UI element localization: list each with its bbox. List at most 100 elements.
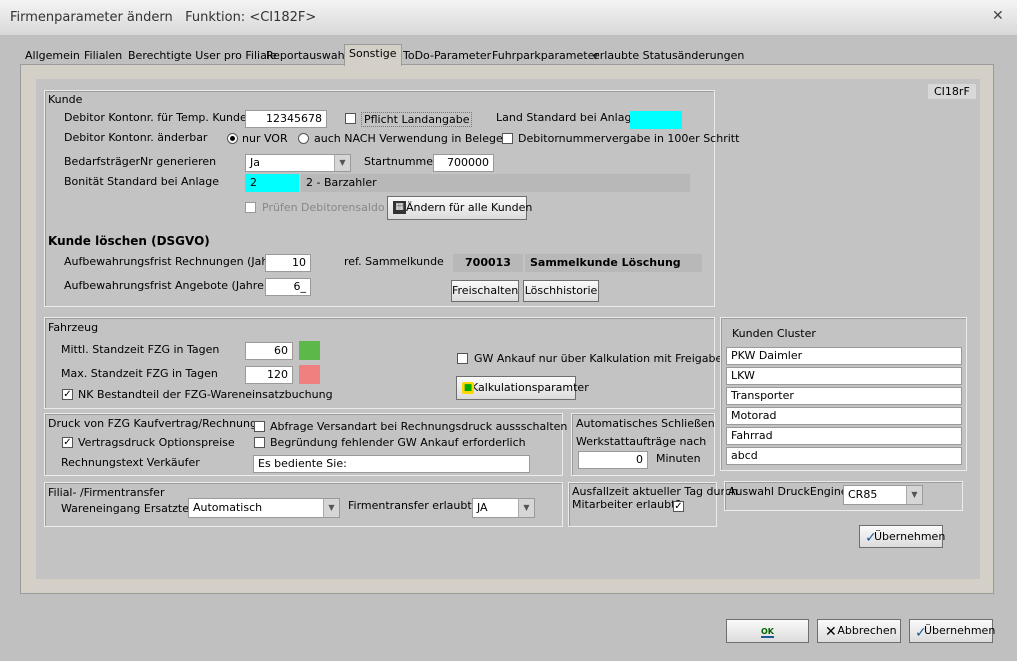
abbrechen-label: Abbrechen	[837, 624, 897, 637]
land-standard-label: Land Standard bei Anlage	[496, 111, 639, 124]
minuten-input[interactable]: 0	[578, 451, 648, 469]
tab-berechtigte-user[interactable]: Berechtigte User pro Filiale	[124, 47, 281, 65]
wareneingang-label: Wareneingang Ersatzteile	[61, 502, 202, 515]
abbrechen-button[interactable]: ✕ Abbrechen	[817, 619, 901, 643]
ausfallzeit-line2: Mitarbeiter erlaubt?	[572, 498, 682, 511]
debitor-temp-label: Debitor Kontonr. für Temp. Kunden	[64, 111, 254, 124]
grid-edit-icon: ▦	[393, 201, 406, 214]
nk-checkbox[interactable]: ✓	[62, 389, 73, 400]
rechnungstext-input[interactable]: Es bediente Sie:	[253, 455, 530, 473]
green-color-swatch[interactable]	[299, 341, 320, 360]
cluster-item[interactable]: LKW	[726, 367, 962, 385]
uebernehmen-label: Übernehmen	[924, 624, 996, 637]
tab-fuhrparkparameter[interactable]: Fuhrparkparameter	[488, 47, 603, 65]
wareneingang-select[interactable]: Automatisch	[188, 498, 340, 518]
wareneingang-value: Automatisch	[193, 501, 263, 514]
bonitaet-code-input[interactable]: 2	[245, 174, 299, 192]
vertragsdruck-checkbox[interactable]: ✓	[62, 437, 73, 448]
nur-vor-radio[interactable]	[227, 133, 238, 144]
bedarf-label: BedarfsträgerNr generieren	[64, 155, 217, 168]
pflicht-land-checkbox[interactable]	[345, 113, 356, 124]
cluster-item[interactable]: Transporter	[726, 387, 962, 405]
tab-statusaenderungen[interactable]: erlaubte Statusänderungen	[589, 47, 748, 65]
debitor-aenderbar-label: Debitor Kontonr. änderbar	[64, 131, 208, 144]
rechnungen-input[interactable]: 10	[265, 254, 311, 272]
druckengine-label: Auswahl DruckEngine	[728, 485, 848, 498]
begruendung-label: Begründung fehlender GW Ankauf erforderl…	[270, 436, 526, 449]
tab-sonstige[interactable]: Sonstige	[344, 44, 402, 66]
freischalten-button[interactable]: Freischalten	[451, 280, 519, 302]
max-standzeit-label: Max. Standzeit FZG in Tagen	[61, 367, 218, 380]
rechnungstext-label: Rechnungstext Verkäufer	[61, 456, 200, 469]
pruefen-checkbox[interactable]	[245, 202, 256, 213]
druckengine-value: CR85	[848, 488, 878, 501]
angebote-input[interactable]: 6_	[265, 278, 311, 296]
gw-ankauf-checkbox[interactable]	[457, 353, 468, 364]
chevron-down-icon[interactable]: ▼	[906, 486, 922, 504]
auch-nach-label: auch NACH Verwendung in Belegen	[314, 132, 510, 145]
kunde-group-title: Kunde	[48, 93, 83, 106]
loeschhistorie-button[interactable]: Löschhistorie	[523, 280, 599, 302]
auto-schliessen-title: Automatisches Schließen	[576, 417, 715, 430]
rechnungen-label: Aufbewahrungsfrist Rechnungen (Jahre)	[64, 255, 284, 268]
bedarf-value: Ja	[250, 156, 260, 169]
chevron-down-icon[interactable]: ▼	[323, 499, 339, 517]
debitor-100er-label: Debitornummervergabe in 100er Schritt	[518, 132, 740, 145]
chevron-down-icon[interactable]: ▼	[518, 499, 534, 517]
startnummer-label: Startnummer	[364, 155, 438, 168]
druck-group-title: Druck von FZG Kaufvertrag/Rechnung	[48, 417, 257, 430]
bonitaet-text: 2 - Barzahler	[301, 174, 690, 192]
mittl-standzeit-label: Mittl. Standzeit FZG in Tagen	[61, 343, 220, 356]
calculator-icon: ■	[462, 382, 474, 394]
pflicht-land-label: Pflicht Landangabe	[361, 112, 473, 127]
cluster-item[interactable]: abcd	[726, 447, 962, 465]
filial-group-title: Filial- /Firmentransfer	[48, 486, 165, 499]
form-id-label: CI18rF	[928, 84, 976, 99]
cluster-item[interactable]: Motorad	[726, 407, 962, 425]
uebernehmen-button[interactable]: ✓ Übernehmen	[909, 619, 996, 643]
cluster-item[interactable]: Fahrrad	[726, 427, 962, 445]
bonitaet-label: Bonität Standard bei Anlage	[64, 175, 220, 188]
minuten-label: Minuten	[656, 452, 701, 465]
tab-todo-parameter[interactable]: ToDo-Parameter	[399, 47, 495, 65]
werkstatt-label: Werkstattaufträge nach	[576, 435, 707, 448]
sammel-label: ref. Sammelkunde	[344, 255, 444, 268]
aendern-alle-button[interactable]: ▦ Ändern für alle Kunden	[387, 196, 532, 220]
tab-reportauswahl[interactable]: Reportauswahl	[262, 47, 352, 65]
firmentransfer-value: JA	[477, 501, 488, 514]
startnummer-input[interactable]: 700000	[433, 154, 494, 172]
chevron-down-icon[interactable]: ▼	[334, 155, 350, 171]
abfrage-versand-label: Abfrage Versandart bei Rechnungsdruck au…	[270, 420, 568, 433]
tab-filialen[interactable]: Filialen	[80, 47, 126, 65]
debitor-temp-input[interactable]: 12345678	[245, 110, 327, 128]
ok-button[interactable]: OK	[726, 619, 809, 643]
firmentransfer-label: Firmentransfer erlaubt	[348, 499, 472, 512]
abfrage-versand-checkbox[interactable]	[254, 421, 265, 432]
aendern-alle-label: Ändern für alle Kunden	[406, 201, 533, 214]
cluster-item[interactable]: PKW Daimler	[726, 347, 962, 365]
auch-nach-radio[interactable]	[298, 133, 309, 144]
window-title: Firmenparameter ändern Funktion: <CI182F…	[10, 10, 317, 25]
kalkulation-label: Kalkulationsparamter	[471, 381, 589, 394]
begruendung-checkbox[interactable]	[254, 437, 265, 448]
angebote-label: Aufbewahrungsfrist Angebote (Jahre)	[64, 279, 269, 292]
gw-ankauf-label: GW Ankauf nur über Kalkulation mit Freig…	[474, 352, 723, 365]
red-color-swatch[interactable]	[299, 365, 320, 384]
uebernehmen-inner-label: Übernehmen	[874, 530, 946, 543]
loeschen-title: Kunde löschen (DSGVO)	[48, 234, 210, 248]
ausfallzeit-checkbox[interactable]: ✓	[673, 501, 684, 512]
max-standzeit-input[interactable]: 120	[245, 366, 293, 384]
cancel-x-icon: ✕	[825, 624, 837, 640]
debitor-100er-checkbox[interactable]	[502, 133, 513, 144]
fahrzeug-group-title: Fahrzeug	[48, 321, 99, 334]
kalkulation-button[interactable]: ■ Kalkulationsparamter	[456, 376, 589, 400]
ok-icon: OK	[761, 627, 774, 638]
checkmark-icon: ✓	[865, 530, 877, 546]
land-standard-input[interactable]	[630, 111, 682, 129]
mittl-standzeit-input[interactable]: 60	[245, 342, 293, 360]
uebernehmen-inner-button[interactable]: ✓ Übernehmen	[859, 525, 946, 548]
close-icon[interactable]: ✕	[992, 8, 1004, 24]
tab-allgemein[interactable]: Allgemein	[21, 47, 84, 65]
ausfallzeit-line1: Ausfallzeit aktueller Tag durch	[572, 485, 738, 498]
pruefen-label: Prüfen Debitorensaldo	[262, 201, 385, 214]
